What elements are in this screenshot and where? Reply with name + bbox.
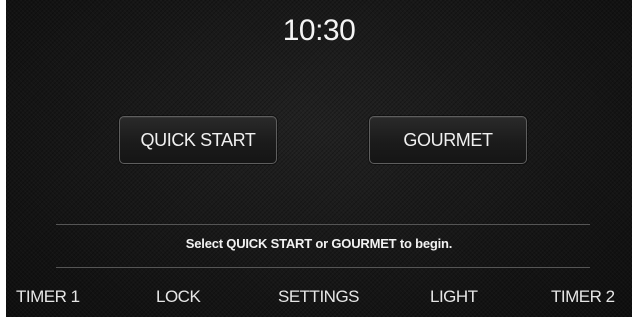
nav-timer-2-button[interactable]: TIMER 2	[551, 287, 615, 307]
control-panel-screen: 10:30 QUICK START GOURMET Select QUICK S…	[0, 0, 634, 317]
gourmet-button[interactable]: GOURMET	[369, 116, 527, 164]
nav-settings-button[interactable]: SETTINGS	[278, 287, 360, 307]
nav-light-button[interactable]: LIGHT	[430, 287, 478, 307]
divider-top	[56, 224, 590, 225]
instruction-message: Select QUICK START or GOURMET to begin.	[185, 236, 453, 251]
nav-timer-1-button[interactable]: TIMER 1	[16, 287, 80, 307]
divider-bottom	[56, 267, 590, 268]
nav-lock-button[interactable]: LOCK	[156, 287, 201, 307]
clock-display: 10:30	[282, 14, 356, 47]
quick-start-button[interactable]: QUICK START	[119, 116, 277, 164]
